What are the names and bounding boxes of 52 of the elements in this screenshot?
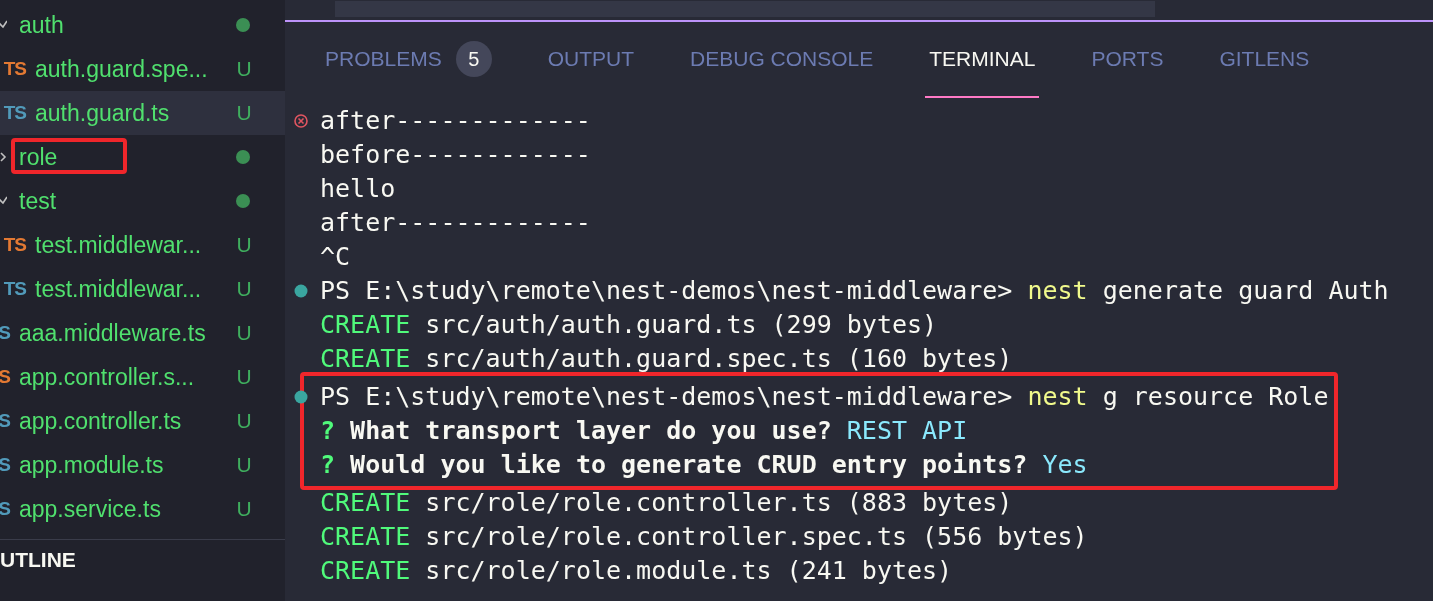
file-name[interactable]: app.module.ts [19, 451, 164, 479]
terminal-line: CREATE src/auth/auth.guard.spec.ts (160 bytes) [320, 344, 1013, 373]
status-dot [236, 18, 250, 32]
folder-name[interactable]: role [19, 143, 58, 171]
folder-name[interactable]: auth [19, 11, 64, 39]
git-status: U [236, 497, 252, 521]
command-dot-icon [294, 390, 308, 404]
terminal-line: CREATE src/auth/auth.guard.ts (299 bytes) [320, 310, 938, 339]
command-dot-icon [294, 284, 308, 298]
terminal-line: PS E:\study\remote\nest-demos\nest-middleware> nest g resource Role [320, 382, 1329, 411]
terminal-line: ? Would you like to generate CRUD entry points? Yes [320, 450, 1088, 479]
terminal-line: CREATE src/role/role.controller.ts (883 bytes) [320, 488, 1013, 517]
terminal-line: CREATE src/role/role.controller.spec.ts (556 bytes) [320, 522, 1088, 551]
terminal-line: ^C [320, 242, 351, 271]
section-header[interactable]: UTLINE [0, 548, 76, 572]
count-badge: 5 [455, 41, 492, 77]
panel-tab[interactable]: PROBLEMS 5 [321, 22, 496, 98]
file-name[interactable]: auth.guard.ts [35, 99, 170, 127]
terminal-line: after------------- [320, 106, 591, 135]
file-name[interactable]: test.middlewar... [35, 275, 202, 303]
typescript-icon: TS [3, 278, 26, 300]
file-name[interactable]: aaa.middleware.ts [19, 319, 206, 347]
file-name[interactable]: test.middlewar... [35, 231, 202, 259]
git-status: U [236, 101, 252, 125]
status-dot [236, 150, 250, 164]
terminal-line: before------------ [320, 140, 591, 169]
typescript-icon: TS [3, 234, 26, 256]
terminal-line: after------------- [320, 208, 591, 237]
panel-tab[interactable]: TERMINAL [925, 22, 1040, 98]
file-name[interactable]: app.controller.ts [19, 407, 182, 435]
folder-name[interactable]: test [19, 187, 57, 215]
chevron-down-icon[interactable] [0, 195, 7, 207]
git-status: U [236, 409, 252, 433]
status-dot [236, 194, 250, 208]
file-name[interactable]: app.service.ts [19, 495, 161, 523]
git-status: U [236, 453, 252, 477]
chevron-right-icon[interactable] [0, 151, 7, 163]
file-name[interactable]: app.controller.s... [19, 363, 195, 391]
git-status: U [236, 321, 252, 345]
git-status: U [236, 277, 252, 301]
typescript-icon: TS [3, 102, 26, 124]
git-status: U [236, 233, 252, 257]
terminal-line: PS E:\study\remote\nest-demos\nest-middleware> nest generate guard Auth [320, 276, 1389, 305]
file-name[interactable]: auth.guard.spe... [35, 55, 208, 83]
terminal-line: CREATE src/role/role.module.ts (241 bytes) [320, 556, 953, 585]
terminal-line: hello [320, 174, 396, 203]
error-icon [294, 114, 308, 128]
chevron-down-icon[interactable] [0, 19, 7, 31]
terminal-line: ? What transport layer do you use? REST API [320, 416, 968, 445]
git-status: U [236, 365, 252, 389]
git-status: U [236, 57, 252, 81]
typescript-icon: TS [3, 58, 26, 80]
